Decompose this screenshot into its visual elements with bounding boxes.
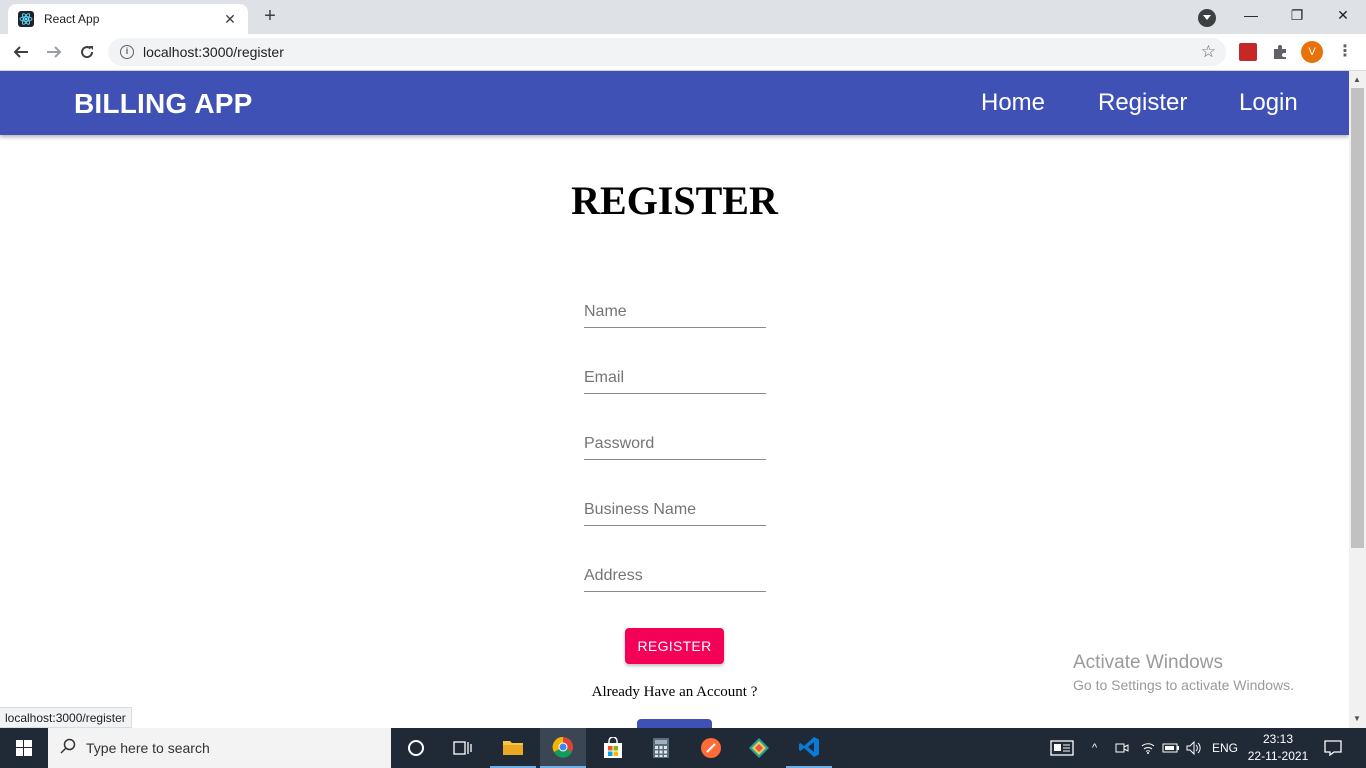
language-indicator[interactable]: ENG: [1212, 728, 1238, 768]
search-icon: [60, 738, 76, 759]
name-field[interactable]: [584, 288, 766, 328]
chrome-icon[interactable]: [540, 728, 586, 768]
browser-menu-icon[interactable]: ⋮: [1337, 41, 1353, 61]
scroll-thumb[interactable]: [1351, 88, 1364, 548]
postman-icon[interactable]: [688, 728, 734, 768]
link-status-bar: localhost:3000/register: [0, 707, 132, 728]
password-input[interactable]: [584, 435, 766, 453]
window-close-icon[interactable]: ✕: [1320, 0, 1366, 30]
windows-taskbar: Type here to search ^ ENG 23:13 22-11-20…: [0, 728, 1366, 768]
browser-toolbar: i localhost:3000/register ☆ V ⋮: [0, 34, 1366, 71]
address-field[interactable]: [584, 552, 766, 592]
browser-tabbar: React App ✕ + — ❐ ✕: [0, 0, 1366, 34]
app-bar: BILLING APP Home Register Login: [0, 71, 1349, 135]
login-button[interactable]: [637, 719, 712, 728]
business-name-input[interactable]: [584, 501, 766, 519]
site-info-icon[interactable]: i: [120, 45, 134, 59]
nav-register[interactable]: Register: [1098, 89, 1187, 117]
react-icon: [18, 11, 34, 27]
reload-icon[interactable]: [75, 40, 99, 64]
clock-time: 23:13: [1262, 732, 1294, 746]
extension-icon[interactable]: [1239, 43, 1257, 61]
bookmark-star-icon[interactable]: ☆: [1201, 42, 1216, 62]
address-input[interactable]: [584, 567, 766, 585]
tab-title: React App: [44, 12, 100, 26]
address-url: localhost:3000/register: [143, 44, 284, 60]
taskbar-search[interactable]: Type here to search: [48, 728, 391, 768]
nav-home[interactable]: Home: [981, 89, 1045, 117]
cortana-icon[interactable]: [393, 728, 439, 768]
scroll-down-icon[interactable]: ▼: [1353, 714, 1361, 723]
watermark-line2: Go to Settings to activate Windows.: [1073, 677, 1294, 693]
file-explorer-icon[interactable]: [490, 728, 536, 768]
scroll-up-icon[interactable]: ▲: [1353, 75, 1361, 84]
vscode-icon[interactable]: [786, 728, 832, 768]
store-icon[interactable]: [590, 728, 636, 768]
nav-login[interactable]: Login: [1239, 89, 1298, 117]
taskbar-clock[interactable]: 23:13 22-11-2021: [1246, 731, 1310, 765]
wifi-icon[interactable]: [1141, 728, 1155, 768]
password-field[interactable]: [584, 420, 766, 460]
browser-tab[interactable]: React App ✕: [8, 4, 248, 34]
activate-windows-watermark: Activate Windows Go to Settings to activ…: [1073, 652, 1294, 693]
email-field[interactable]: [584, 354, 766, 394]
business-name-field[interactable]: [584, 486, 766, 526]
profile-avatar[interactable]: V: [1301, 41, 1323, 63]
windows-start-icon[interactable]: [0, 728, 48, 768]
tab-close-icon[interactable]: ✕: [222, 11, 238, 28]
brand-title[interactable]: BILLING APP: [74, 88, 253, 120]
search-placeholder: Type here to search: [86, 740, 210, 756]
back-icon[interactable]: [9, 40, 33, 64]
extensions-puzzle-icon[interactable]: [1271, 43, 1289, 61]
page-scrollbar[interactable]: ▲ ▼: [1349, 71, 1366, 728]
task-view-icon[interactable]: [440, 728, 486, 768]
meet-now-icon[interactable]: [1115, 728, 1129, 768]
tray-expand-icon[interactable]: ^: [1092, 728, 1097, 768]
clock-date: 22-11-2021: [1247, 749, 1309, 763]
name-input[interactable]: [584, 303, 766, 321]
new-tab-icon[interactable]: +: [258, 5, 282, 29]
forward-icon[interactable]: [42, 40, 66, 64]
news-icon[interactable]: [1050, 728, 1074, 768]
address-bar[interactable]: i localhost:3000/register ☆: [108, 38, 1226, 66]
notifications-icon[interactable]: [1324, 728, 1342, 768]
page-title: REGISTER: [571, 178, 778, 223]
tab-search-icon[interactable]: [1198, 9, 1216, 27]
minimize-icon[interactable]: —: [1228, 0, 1274, 30]
restore-icon[interactable]: ❐: [1274, 0, 1320, 30]
battery-icon[interactable]: [1162, 728, 1180, 768]
watermark-line1: Activate Windows: [1073, 652, 1223, 673]
gitkraken-icon[interactable]: [736, 728, 782, 768]
email-input[interactable]: [584, 369, 766, 387]
volume-icon[interactable]: [1186, 728, 1202, 768]
calculator-icon[interactable]: [638, 728, 684, 768]
register-button[interactable]: REGISTER: [625, 628, 724, 664]
